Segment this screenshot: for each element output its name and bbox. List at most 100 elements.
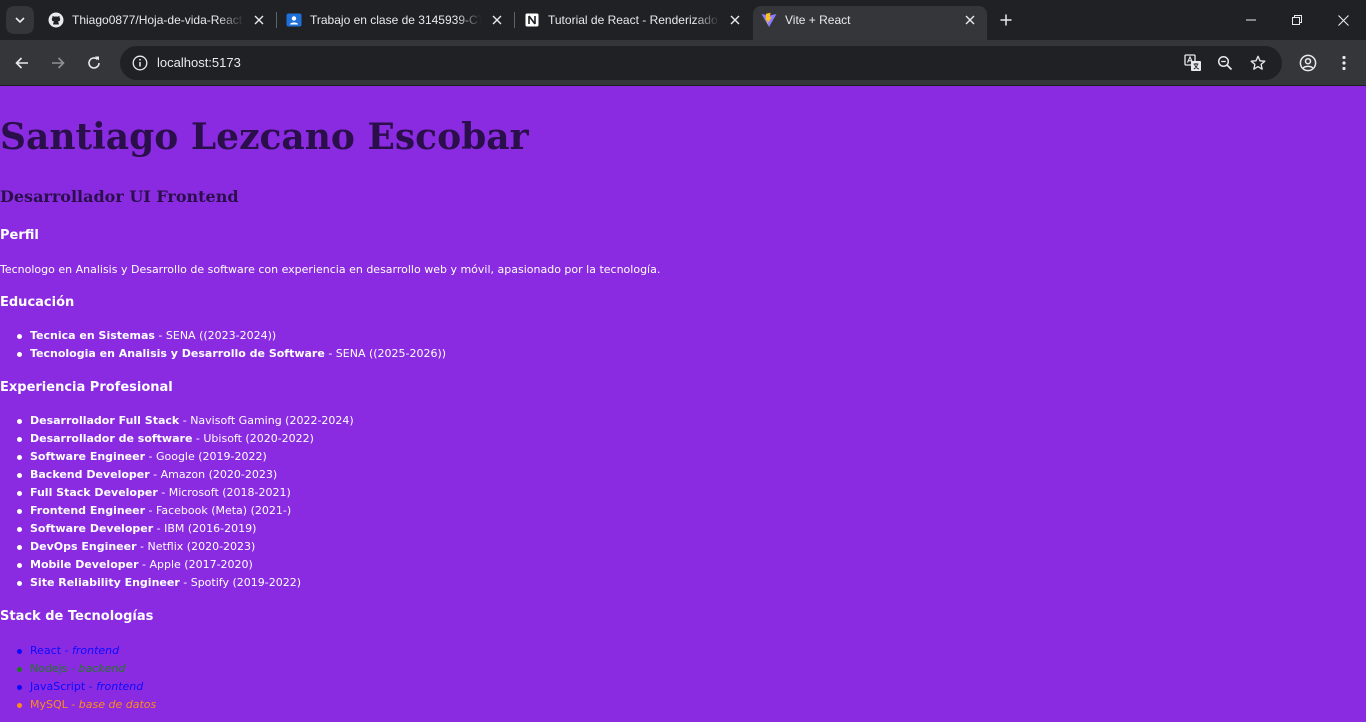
bookmark-star-icon[interactable]	[1246, 51, 1270, 75]
reload-icon	[88, 56, 100, 69]
window-close-button[interactable]	[1320, 0, 1366, 40]
tech-name: Nodejs	[30, 662, 68, 675]
github-icon	[48, 12, 64, 28]
education-detail: - SENA ((2023-2024))	[154, 329, 277, 342]
experience-detail: - Spotify (2019-2022)	[179, 576, 302, 589]
experience-item: Mobile Developer - Apple (2017-2020)	[17, 556, 354, 574]
tech-separator: -	[67, 698, 79, 711]
experience-item: Full Stack Developer - Microsoft (2018-2…	[17, 484, 354, 502]
stack-item: Nodejs - backend	[16, 660, 156, 678]
experience-detail: - Google (2019-2022)	[145, 450, 267, 463]
experience-role: Software Engineer	[30, 450, 145, 463]
education-title: Tecnologia en Analisis y Desarrollo de S…	[30, 347, 325, 360]
experience-item: Desarrollador de software - Ubisoft (202…	[17, 430, 354, 448]
new-tab-button[interactable]	[994, 8, 1018, 32]
tab-vite-react[interactable]: Vite + React	[753, 6, 987, 34]
arrow-left-icon	[15, 57, 28, 69]
experience-item: DevOps Engineer - Netflix (2020-2023)	[17, 538, 354, 556]
close-icon[interactable]	[250, 11, 268, 29]
back-button[interactable]	[7, 48, 37, 78]
experience-detail: - Ubisoft (2020-2022)	[192, 432, 314, 445]
tab-divider	[276, 12, 277, 28]
experience-heading: Experiencia Profesional	[0, 380, 173, 395]
education-heading: Educación	[0, 295, 75, 310]
zoom-icon[interactable]	[1213, 51, 1237, 75]
job-title: Desarrollador UI Frontend	[0, 187, 239, 206]
tab-search-button[interactable]	[6, 6, 34, 34]
experience-role: Mobile Developer	[30, 558, 139, 571]
experience-role: DevOps Engineer	[30, 540, 137, 553]
address-bar[interactable]: localhost:5173	[120, 46, 1282, 80]
experience-role: Full Stack Developer	[30, 486, 158, 499]
classroom-icon	[286, 12, 302, 28]
experience-detail: - Microsoft (2018-2021)	[157, 486, 291, 499]
more-vert-icon	[1342, 55, 1346, 71]
close-icon[interactable]	[488, 11, 506, 29]
tab-title: Vite + React	[785, 13, 851, 27]
experience-list: Desarrollador Full Stack - Navisoft Gami…	[17, 412, 354, 592]
education-list: Tecnica en Sistemas - SENA ((2023-2024))…	[16, 327, 446, 363]
profile-text: Tecnologo en Analisis y Desarrollo de so…	[0, 263, 661, 276]
tech-type: frontend	[72, 644, 120, 657]
tab-classroom[interactable]: Trabajo en clase de 3145939-CTPI	[278, 6, 514, 34]
restore-button[interactable]	[1274, 0, 1320, 40]
close-icon[interactable]	[726, 11, 744, 29]
tab-title: Thiago0877/Hoja-de-vida-React	[72, 13, 243, 27]
tab-notion[interactable]: Tutorial de React - Renderizado	[516, 6, 752, 34]
education-item: Tecnica en Sistemas - SENA ((2023-2024))	[16, 327, 446, 345]
close-icon[interactable]	[961, 11, 979, 29]
stack-item: React - frontend	[16, 642, 156, 660]
stack-item: MySQL - base de datos	[16, 696, 156, 714]
minimize-button[interactable]	[1228, 0, 1274, 40]
translate-icon[interactable]	[1181, 51, 1205, 75]
page-content: Santiago Lezcano Escobar Desarrollador U…	[0, 87, 1366, 722]
tech-separator: -	[85, 680, 97, 693]
experience-item: Backend Developer - Amazon (2020-2023)	[17, 466, 354, 484]
vite-icon	[761, 12, 777, 28]
experience-item: Desarrollador Full Stack - Navisoft Gami…	[17, 412, 354, 430]
experience-role: Site Reliability Engineer	[30, 576, 180, 589]
profile-heading: Perfil	[0, 228, 39, 243]
stack-heading: Stack de Tecnologías	[0, 609, 154, 624]
experience-detail: - Amazon (2020-2023)	[149, 468, 278, 481]
tab-divider	[514, 12, 515, 28]
minimize-icon	[1246, 19, 1256, 21]
education-title: Tecnica en Sistemas	[30, 329, 155, 342]
experience-detail: - IBM (2016-2019)	[153, 522, 257, 535]
tab-title: Trabajo en clase de 3145939-CTPI	[310, 13, 482, 27]
browser-toolbar: localhost:5173	[0, 40, 1366, 86]
tech-type: backend	[78, 662, 126, 675]
experience-item: Software Developer - IBM (2016-2019)	[17, 520, 354, 538]
tab-github[interactable]: Thiago0877/Hoja-de-vida-React	[40, 6, 276, 34]
experience-role: Software Developer	[30, 522, 154, 535]
account-icon	[1299, 54, 1317, 72]
experience-role: Desarrollador Full Stack	[30, 414, 180, 427]
stack-item: JavaScript - frontend	[16, 678, 156, 696]
tab-strip: Thiago0877/Hoja-de-vida-React Trabajo en…	[0, 0, 1366, 40]
experience-role: Frontend Engineer	[30, 504, 146, 517]
arrow-right-icon	[52, 57, 65, 69]
site-info-icon[interactable]	[128, 51, 152, 75]
experience-detail: - Navisoft Gaming (2022-2024)	[179, 414, 354, 427]
profile-button[interactable]	[1293, 48, 1323, 78]
tech-name: MySQL	[30, 698, 68, 711]
reload-button[interactable]	[79, 48, 109, 78]
tech-name: JavaScript	[30, 680, 86, 693]
menu-button[interactable]	[1329, 48, 1359, 78]
tab-title: Tutorial de React - Renderizado	[548, 13, 718, 27]
tech-name: React	[30, 644, 62, 657]
experience-item: Site Reliability Engineer - Spotify (201…	[17, 574, 354, 592]
page-title: Santiago Lezcano Escobar	[0, 116, 529, 158]
forward-button[interactable]	[43, 48, 73, 78]
experience-detail: - Netflix (2020-2023)	[136, 540, 256, 553]
experience-role: Desarrollador de software	[30, 432, 193, 445]
experience-detail: - Facebook (Meta) (2021-)	[145, 504, 292, 517]
notion-icon	[524, 12, 540, 28]
restore-icon	[1292, 15, 1302, 25]
stack-list: React - frontend Nodejs - backend JavaSc…	[16, 642, 156, 714]
url-text[interactable]: localhost:5173	[157, 55, 241, 70]
education-item: Tecnologia en Analisis y Desarrollo de S…	[16, 345, 446, 363]
experience-item: Software Engineer - Google (2019-2022)	[17, 448, 354, 466]
experience-detail: - Apple (2017-2020)	[138, 558, 253, 571]
tech-separator: -	[61, 644, 72, 657]
